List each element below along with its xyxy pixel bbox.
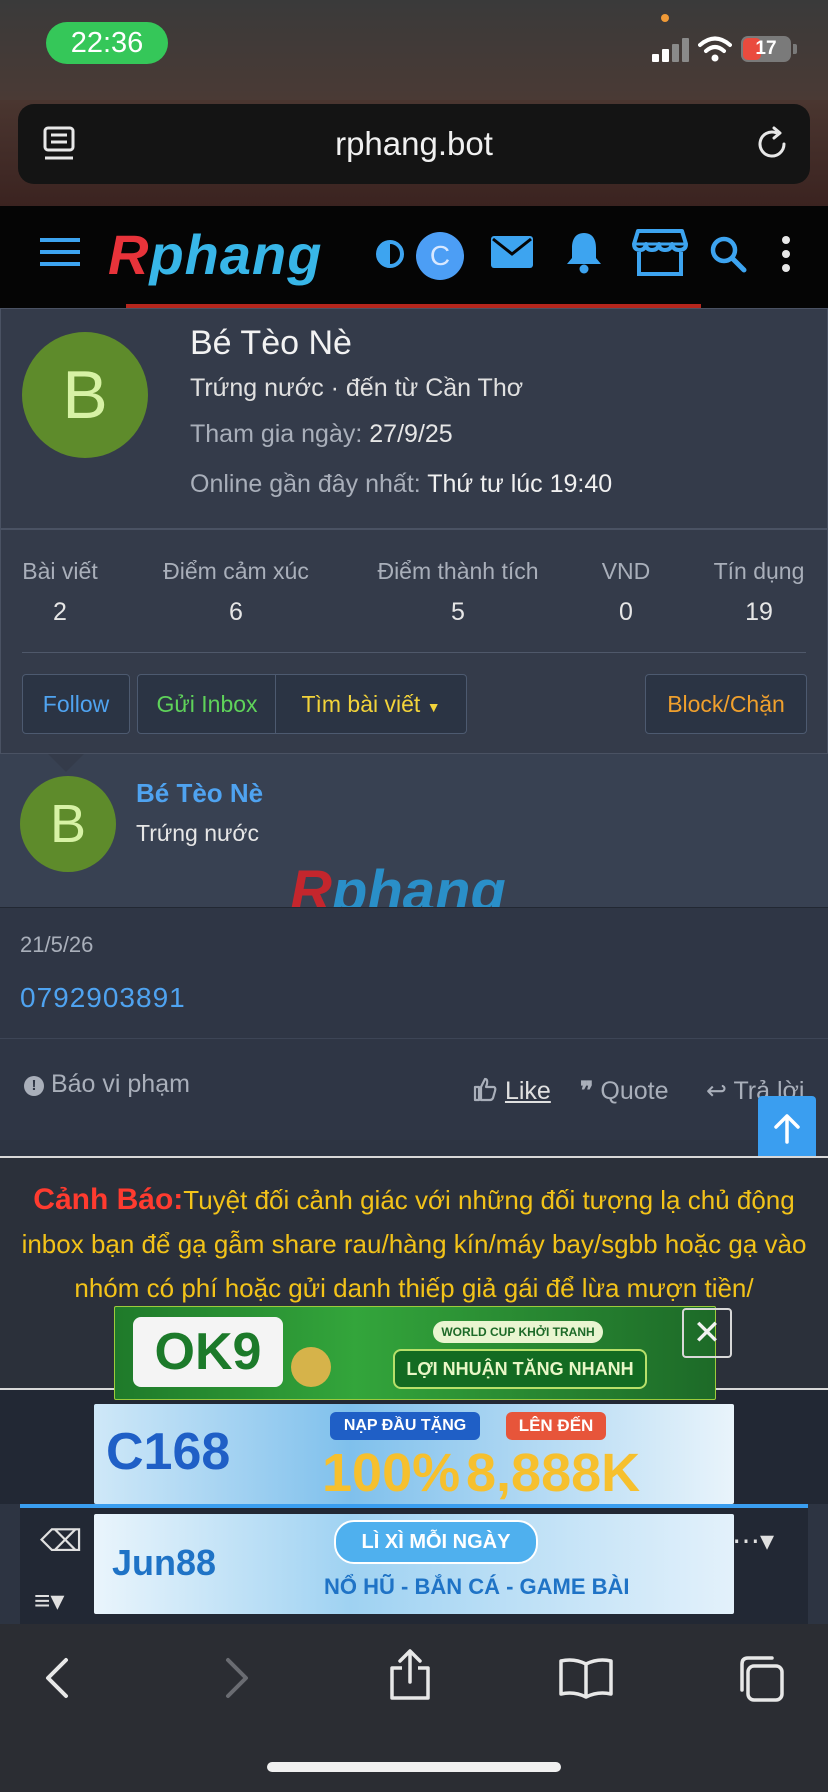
c168-promo-top: NẠP ĐẦU TẶNG <box>330 1412 480 1440</box>
report-label: Báo vi phạm <box>50 1070 190 1098</box>
mail-icon[interactable] <box>490 234 534 270</box>
c168-amount: 8,888K <box>466 1443 641 1503</box>
profile-last-online: Online gần đây nhất: Thứ tư lúc 19:40 <box>190 470 612 499</box>
post-divider <box>0 907 828 908</box>
reload-icon[interactable] <box>754 126 790 162</box>
c168-brand: C168 <box>106 1423 231 1481</box>
thumbs-up-icon <box>473 1077 497 1102</box>
url-text[interactable]: rphang.bot <box>18 104 810 184</box>
profile-name[interactable]: Bé Tèo Nè <box>190 324 352 363</box>
send-inbox-button[interactable]: Gửi Inbox <box>137 674 277 734</box>
tabs-icon[interactable] <box>736 1654 786 1704</box>
warning-notice: Cảnh Báo:Tuyệt đối cảnh giác với những đ… <box>14 1178 814 1310</box>
close-ad-icon[interactable]: ✕ <box>682 1308 732 1358</box>
wifi-icon <box>698 36 732 62</box>
logo-r: R <box>108 223 150 286</box>
post-body <box>0 908 828 1140</box>
warning-label: Cảnh Báo: <box>33 1183 184 1216</box>
quote-label: Quote <box>600 1077 669 1105</box>
stats-divider <box>22 652 806 653</box>
caret-down-icon: ▼ <box>426 699 441 715</box>
stat-value-credit: 19 <box>745 598 773 626</box>
follow-button[interactable]: Follow <box>22 674 130 734</box>
joined-label: Tham gia ngày: <box>190 420 363 448</box>
post-date[interactable]: 21/5/26 <box>20 932 93 958</box>
card-divider <box>0 528 828 530</box>
stat-label-credit: Tín dụng <box>713 558 805 584</box>
jun88-brand: Jun88 <box>112 1542 217 1583</box>
ad-banner-c168[interactable]: C168 NẠP ĐẦU TẶNG 100% LÊN ĐẾN 8,888K <box>94 1404 734 1504</box>
forward-icon[interactable] <box>222 1656 252 1700</box>
post-author-title: Trứng nước <box>136 820 259 846</box>
ad-banner-ok9[interactable]: OK9 WORLD CUP KHỞI TRANH LỢI NHUẬN TĂNG … <box>114 1306 716 1400</box>
store-icon[interactable] <box>632 228 688 278</box>
report-button[interactable]: ! Báo vi phạm <box>24 1070 190 1099</box>
back-icon[interactable] <box>42 1656 72 1700</box>
find-posts-label: Tìm bài viết <box>301 691 421 717</box>
ok9-badge: WORLD CUP KHỞI TRANH <box>433 1321 603 1343</box>
c168-upto: LÊN ĐẾN <box>506 1412 606 1440</box>
logo-text: phang <box>149 223 323 286</box>
bell-icon[interactable] <box>564 230 604 274</box>
signal-icon <box>652 38 692 62</box>
stat-label-posts: Bài viết <box>22 558 98 584</box>
share-icon[interactable] <box>388 1648 432 1702</box>
stat-value-vnd: 0 <box>619 598 633 626</box>
card-pointer <box>48 754 84 772</box>
menu-icon[interactable] <box>40 236 80 268</box>
profile-subtitle: Trứng nước · đến từ Cần Thơ <box>190 374 524 402</box>
post-author-avatar[interactable]: B <box>20 776 116 872</box>
find-posts-button[interactable]: Tìm bài viết ▼ <box>275 674 467 734</box>
quote-button[interactable]: ❞ Quote <box>580 1076 669 1106</box>
alert-icon: ! <box>24 1076 44 1096</box>
ad-banner-jun88[interactable]: Jun88 LÌ XÌ MỖI NGÀY NỔ HŨ - BẮN CÁ - GA… <box>94 1514 734 1614</box>
jun88-promo-top: LÌ XÌ MỖI NGÀY <box>334 1520 538 1564</box>
privacy-indicator <box>661 14 669 22</box>
battery-tip <box>793 44 797 54</box>
align-icon[interactable]: ≡▾ <box>34 1584 64 1617</box>
stat-value-trophies[interactable]: 5 <box>358 598 558 627</box>
profile-joined: Tham gia ngày: 27/9/25 <box>190 420 453 449</box>
like-button[interactable]: Like <box>472 1076 551 1106</box>
post-author-name[interactable]: Bé Tèo Nè <box>136 778 263 809</box>
joined-value: 27/9/25 <box>369 420 453 448</box>
stat-label-trophies: Điểm thành tích <box>377 558 539 584</box>
stat-label-vnd: VND <box>601 558 651 584</box>
like-label: Like <box>504 1077 551 1105</box>
ok9-ball-icon <box>291 1347 331 1387</box>
c168-percent: 100% <box>322 1443 461 1503</box>
reply-icon: ↩ <box>706 1077 727 1105</box>
ok9-slogan: LỢI NHUẬN TĂNG NHANH <box>393 1349 647 1389</box>
post-footer-divider <box>0 1038 828 1039</box>
battery-percent: 17 <box>755 38 777 59</box>
stat-value-reactions[interactable]: 6 <box>146 598 326 627</box>
quote-icon: ❞ <box>580 1076 594 1105</box>
more-vertical-icon[interactable] <box>778 234 794 274</box>
profile-avatar[interactable]: B <box>22 332 148 458</box>
online-label: Online gần đây nhất: <box>190 470 421 498</box>
stat-label-reactions: Điểm cảm xúc <box>163 558 309 584</box>
online-value: Thứ tư lúc 19:40 <box>427 470 613 498</box>
contrast-icon[interactable] <box>374 238 406 270</box>
home-indicator[interactable] <box>267 1762 561 1772</box>
editor-more-icon[interactable]: ⋯▾ <box>732 1524 774 1557</box>
arrow-up-icon <box>774 1114 800 1144</box>
stat-value-posts[interactable]: 2 <box>10 598 110 627</box>
site-logo[interactable]: Rphang <box>108 222 322 287</box>
status-time: 22:36 <box>46 22 168 64</box>
post-content[interactable]: 0792903891 <box>20 982 186 1014</box>
eraser-icon[interactable]: ⌫ <box>40 1524 82 1559</box>
jun88-promo-bottom: NỔ HŨ - BẮN CÁ - GAME BÀI <box>324 1574 630 1599</box>
bookmarks-icon[interactable] <box>558 1656 614 1700</box>
ok9-brand: OK9 <box>133 1317 283 1387</box>
scroll-top-button[interactable] <box>758 1096 816 1162</box>
user-avatar[interactable]: C <box>416 232 464 280</box>
block-button[interactable]: Block/Chặn <box>645 674 807 734</box>
search-icon[interactable] <box>708 234 748 274</box>
